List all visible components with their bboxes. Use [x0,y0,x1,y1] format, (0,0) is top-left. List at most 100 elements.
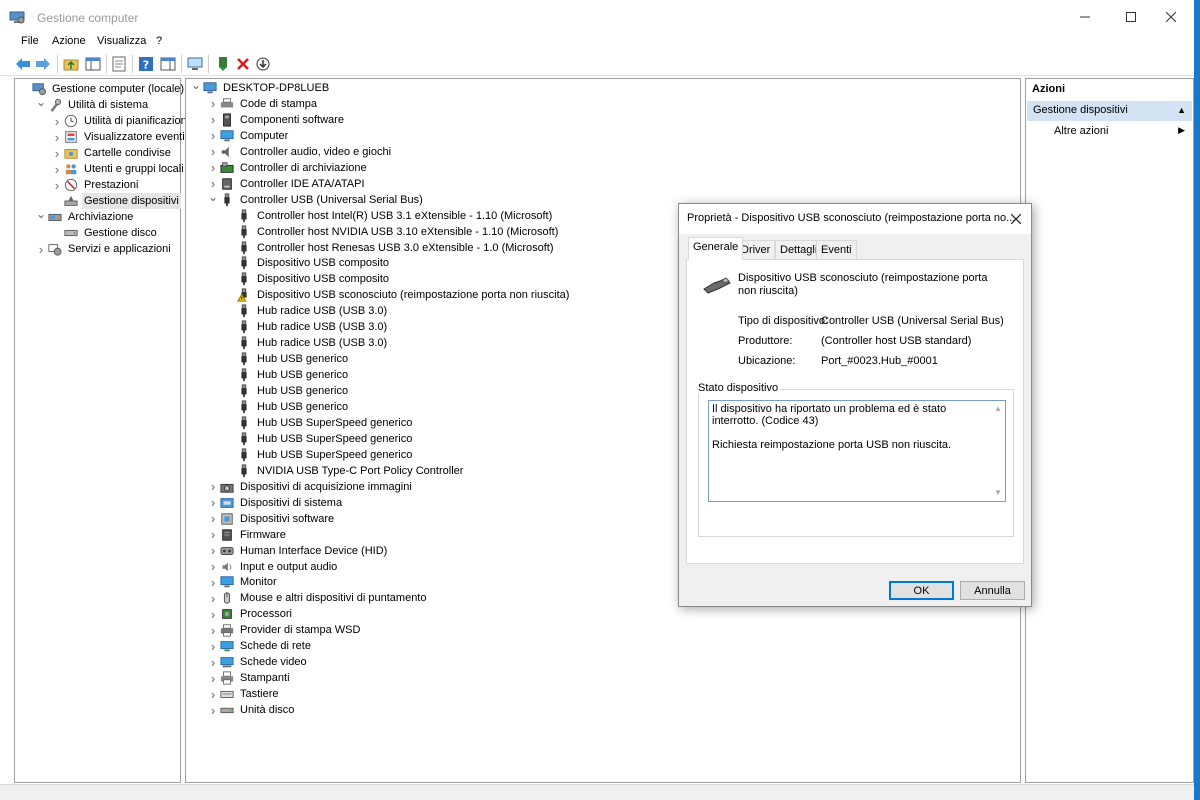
up-folder-button[interactable] [62,55,80,73]
tab-generale[interactable]: Generale [688,237,744,260]
device-tree-item[interactable]: › Monitor [207,574,279,590]
device-tree-item[interactable]: › Dispositivi di acquisizione immagini [207,479,414,495]
chevron-right-icon[interactable]: › [207,495,219,511]
device-tree-item[interactable]: NVIDIA USB Type-C Port Policy Controller [224,463,465,479]
chevron-right-icon[interactable]: › [207,96,219,112]
chevron-down-icon[interactable]: ⌄ [35,94,47,110]
dialog-title-bar[interactable]: Proprietà - Dispositivo USB sconosciuto … [679,204,1031,234]
device-tree-item[interactable]: Hub USB generico [224,351,350,367]
device-tree-item[interactable]: › Dispositivi di sistema [207,495,344,511]
chevron-down-icon[interactable]: ⌄ [190,77,202,93]
chevron-right-icon[interactable]: › [207,160,219,176]
device-tree-item[interactable]: › Human Interface Device (HID) [207,543,389,559]
console-tree-item[interactable]: › Cartelle condivise [51,145,173,161]
chevron-right-icon[interactable]: › [207,702,219,718]
device-tree-item[interactable]: › Processori [207,606,294,622]
device-tree-item[interactable]: Hub USB generico [224,367,350,383]
enable-device-button[interactable] [254,55,272,73]
menu-visualizza[interactable]: Visualizza [97,35,146,47]
title-bar[interactable]: Gestione computer [0,0,1194,34]
cancel-button[interactable]: Annulla [960,581,1025,600]
device-tree-item[interactable]: › Controller IDE ATA/ATAPI [207,176,367,192]
device-tree-item[interactable]: Dispositivo USB composito [224,255,391,271]
device-tree-item[interactable]: › Mouse e altri dispositivi di puntamento [207,590,428,606]
console-tree-item[interactable]: › Visualizzatore eventi [51,129,187,145]
properties-button[interactable] [110,55,128,73]
device-tree-item[interactable]: › Provider di stampa WSD [207,622,362,638]
device-status-textbox[interactable]: Il dispositivo ha riportato un problema … [708,400,1006,502]
device-tree-item[interactable]: Hub USB generico [224,399,350,415]
chevron-right-icon[interactable]: › [51,177,63,193]
chevron-right-icon[interactable]: › [51,113,63,129]
chevron-right-icon[interactable]: › [207,606,219,622]
menu-file[interactable]: File [21,35,39,47]
device-tree-item[interactable]: Dispositivo USB sconosciuto (reimpostazi… [224,287,571,303]
device-tree-item[interactable]: Hub radice USB (USB 3.0) [224,335,389,351]
chevron-right-icon[interactable]: › [207,511,219,527]
device-tree-item[interactable]: › Dispositivi software [207,511,336,527]
device-tree-item[interactable]: ⌄ Controller USB (Universal Serial Bus) [207,189,425,208]
device-tree-item[interactable]: › Schede video [207,654,309,670]
tab-eventi[interactable]: Eventi [816,240,857,259]
chevron-right-icon[interactable]: › [51,161,63,177]
device-tree-item[interactable]: › Controller audio, video e giochi [207,144,393,160]
chevron-right-icon[interactable]: › [207,670,219,686]
chevron-right-icon[interactable]: › [207,622,219,638]
device-tree-item[interactable]: Controller host Renesas USB 3.0 eXtensib… [224,240,556,256]
device-tree-item[interactable]: Hub USB SuperSpeed generico [224,447,414,463]
device-tree-item[interactable]: Dispositivo USB composito [224,271,391,287]
more-actions-item[interactable]: Altre azioni [1054,125,1108,137]
device-tree-item[interactable]: Hub USB SuperSpeed generico [224,431,414,447]
console-tree-item[interactable]: › Utenti e gruppi locali [51,161,186,177]
device-tree-item[interactable]: Hub radice USB (USB 3.0) [224,303,389,319]
console-tree-item[interactable]: › Prestazioni [51,177,140,193]
scroll-up-icon[interactable]: ▲ [994,403,1002,415]
close-button[interactable] [1148,0,1194,34]
chevron-right-icon[interactable]: › [207,479,219,495]
chevron-right-icon[interactable]: › [207,654,219,670]
chevron-right-icon[interactable]: › [207,112,219,128]
device-tree-item[interactable]: › Computer [207,128,290,144]
console-tree-item[interactable]: ⌄ Utilità di sistema [35,94,150,113]
chevron-down-icon[interactable]: ⌄ [35,206,47,222]
uninstall-device-button[interactable] [234,55,252,73]
device-tree-item[interactable]: Controller host NVIDIA USB 3.10 eXtensib… [224,224,560,240]
forward-button[interactable] [34,55,52,73]
console-tree-item[interactable]: Gestione dispositivi [51,193,181,209]
device-tree-item[interactable]: › Input e output audio [207,559,339,575]
ok-button[interactable]: OK [889,581,954,600]
dialog-close-button[interactable] [1001,204,1031,234]
console-tree-item[interactable]: Gestione disco [51,225,159,241]
chevron-right-icon[interactable]: › [51,129,63,145]
menu-help[interactable]: ? [156,35,162,47]
chevron-right-icon[interactable]: › [207,638,219,654]
help-button[interactable]: ? [137,55,155,73]
actions-group-header[interactable]: Gestione dispositivi ▲ [1027,101,1192,121]
chevron-right-icon[interactable]: › [207,128,219,144]
chevron-right-icon[interactable]: › [207,559,219,575]
update-driver-button[interactable] [214,55,232,73]
chevron-right-icon[interactable]: › [207,543,219,559]
device-tree-item[interactable]: › Firmware [207,527,288,543]
device-tree-item[interactable]: Hub USB generico [224,383,350,399]
chevron-right-icon[interactable]: › [51,145,63,161]
scroll-down-icon[interactable]: ▼ [994,487,1002,499]
device-tree-item[interactable]: Hub USB SuperSpeed generico [224,415,414,431]
chevron-right-icon[interactable]: › [35,241,47,257]
console-tree-pane[interactable]: Gestione computer (locale) ⌄ Utilità di si… [14,78,193,783]
console-tree-item[interactable]: ⌄ Archiviazione [35,206,135,225]
view-button[interactable] [159,55,177,73]
minimize-button[interactable] [1062,0,1108,34]
device-tree-item[interactable]: Controller host Intel(R) USB 3.1 eXtensi… [224,208,554,224]
scan-hardware-button[interactable] [186,55,204,73]
device-tree-item[interactable]: › Schede di rete [207,638,313,654]
console-tree-item[interactable]: › Servizi e applicazioni [35,241,173,257]
chevron-right-icon[interactable]: › [207,590,219,606]
chevron-right-icon[interactable]: › [207,686,219,702]
chevron-down-icon[interactable]: ⌄ [207,189,219,205]
chevron-right-icon[interactable]: › [207,527,219,543]
device-tree-item[interactable]: › Componenti software [207,112,346,128]
device-tree-item[interactable]: › Controller di archiviazione [207,160,369,176]
collapse-up-icon[interactable]: ▲ [1177,105,1186,115]
device-tree-item[interactable]: › Unità disco [207,702,296,718]
